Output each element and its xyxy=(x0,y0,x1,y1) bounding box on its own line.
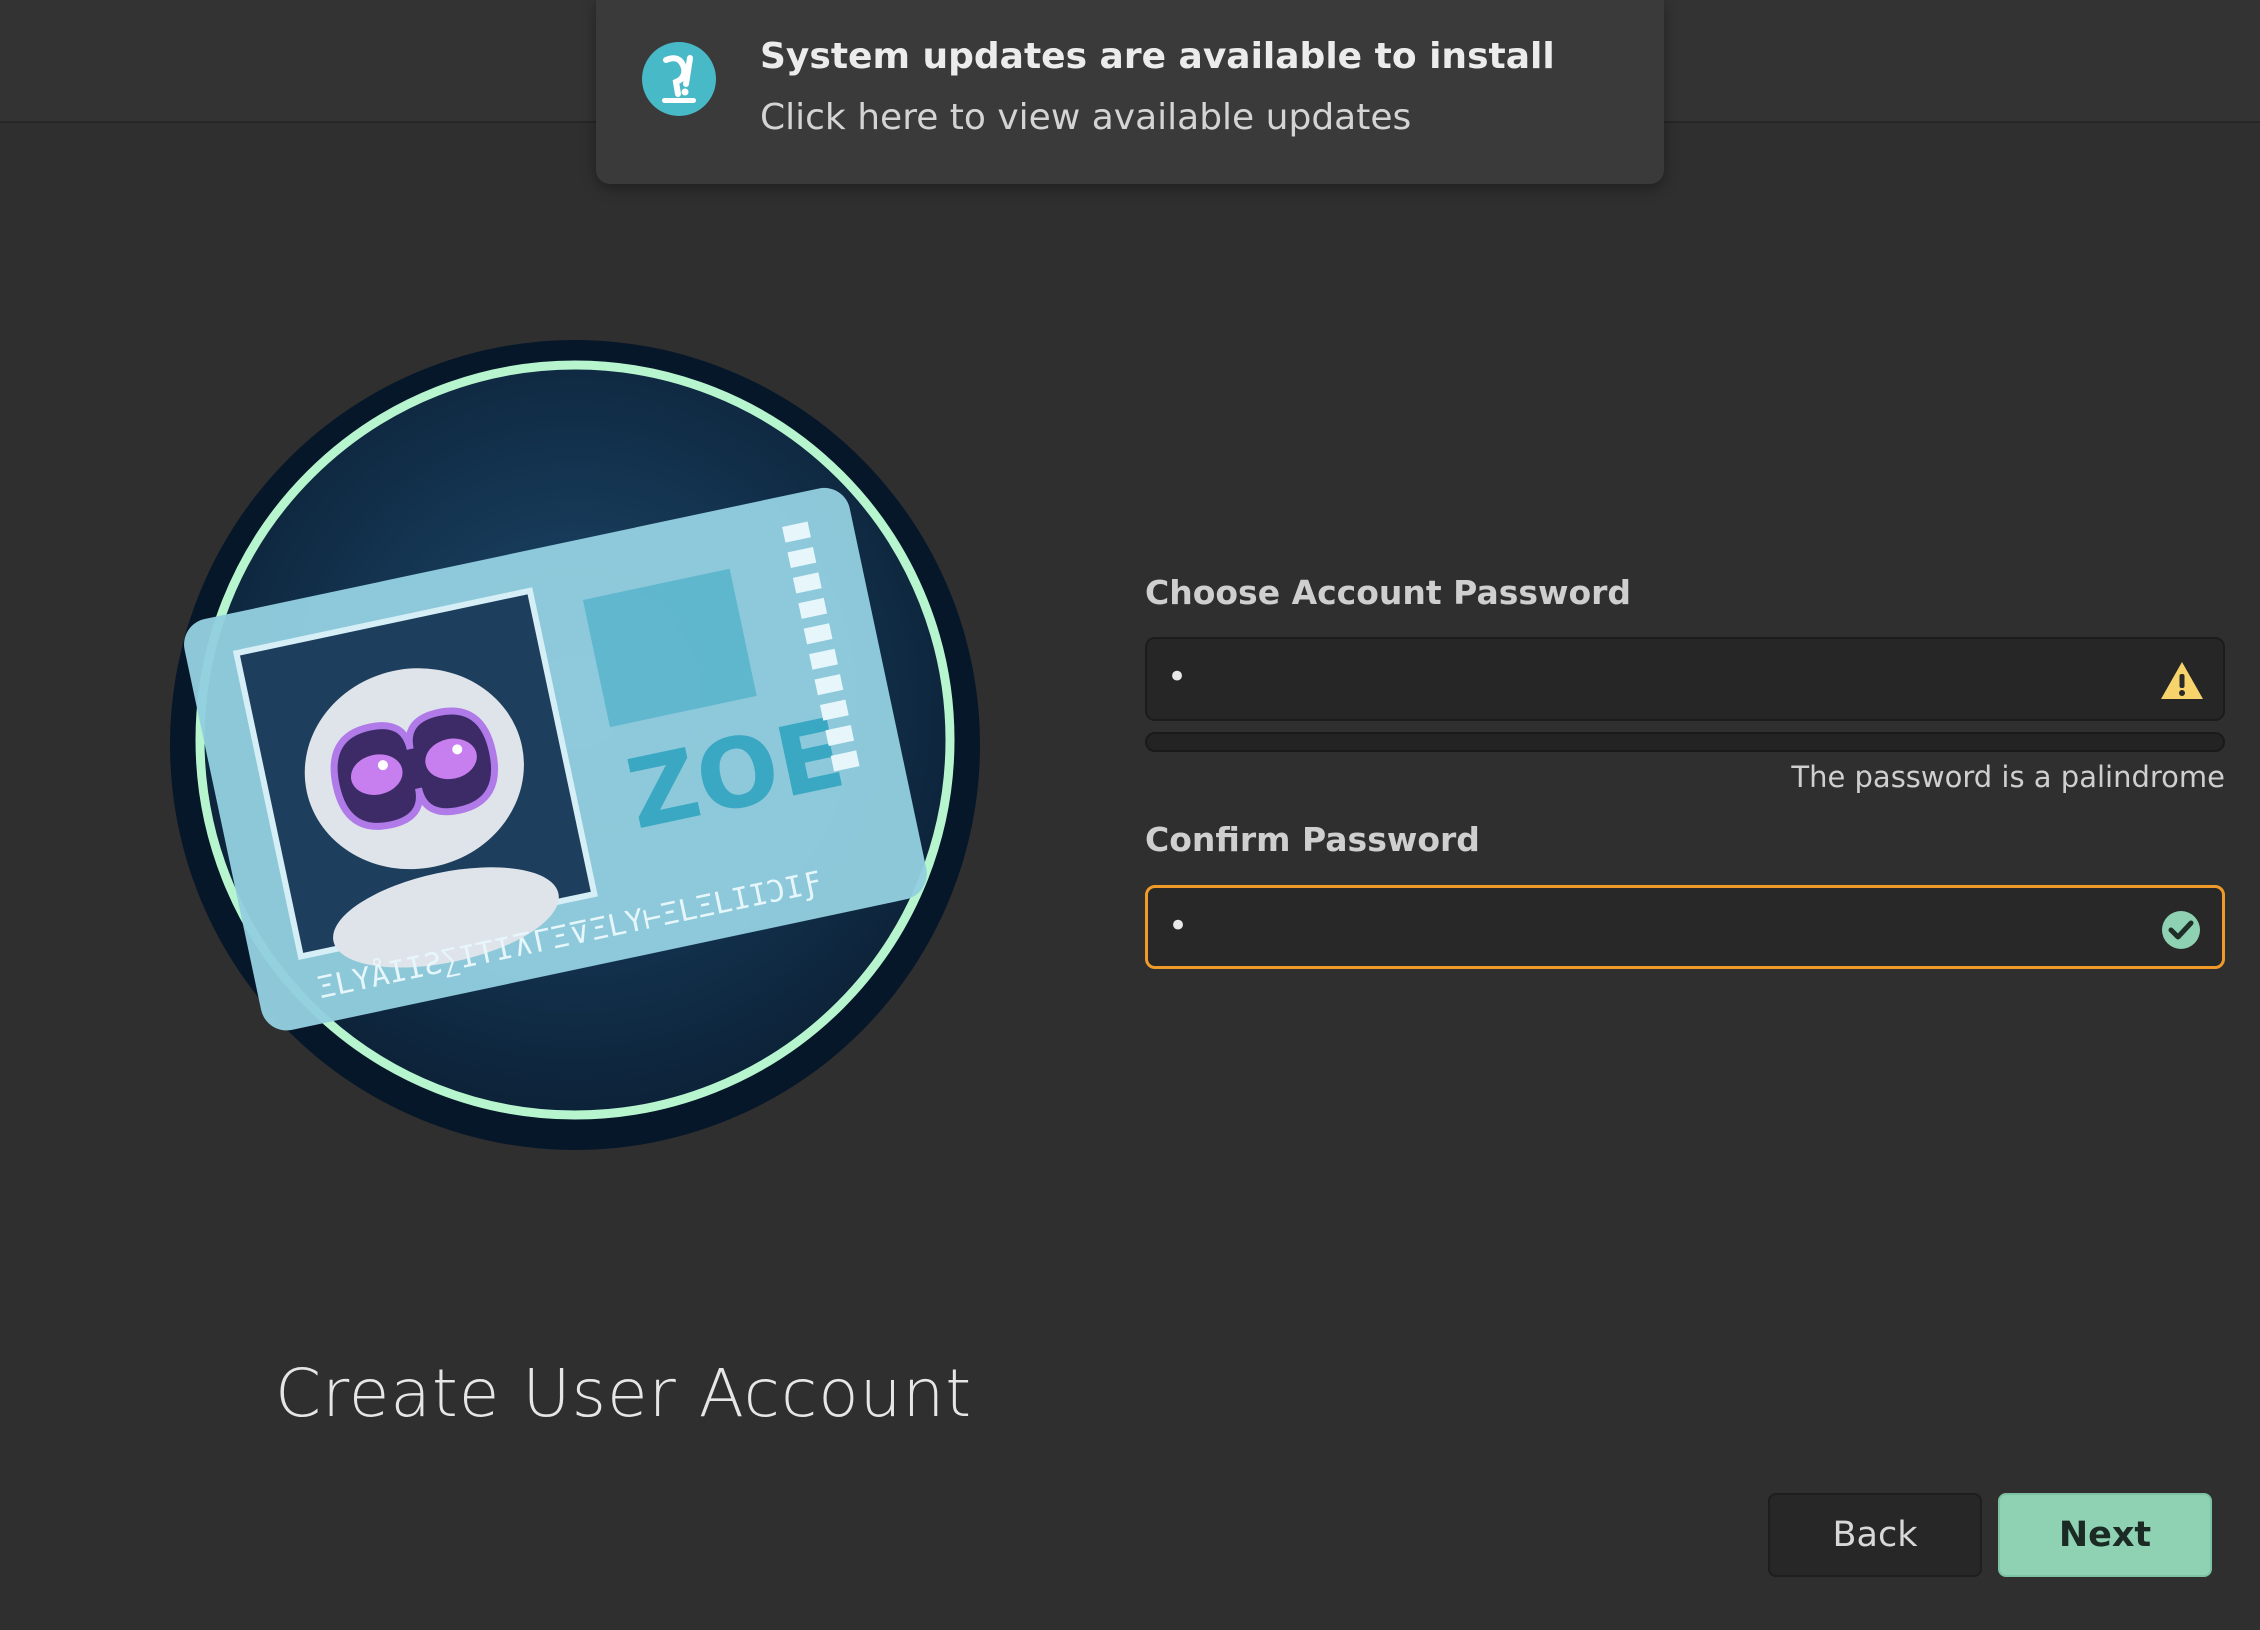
pop-os-logo-icon xyxy=(642,42,716,116)
check-circle-icon xyxy=(2162,911,2200,949)
page-title: Create User Account xyxy=(275,1355,973,1432)
password-strength-bar xyxy=(1145,732,2225,752)
notification-title: System updates are available to install xyxy=(760,36,1555,77)
password-hint: The password is a palindrome xyxy=(1791,760,2225,794)
confirm-password-label: Confirm Password xyxy=(1145,820,1480,859)
next-button[interactable]: Next xyxy=(1998,1493,2212,1577)
notification-body: Click here to view available updates xyxy=(760,97,1412,138)
warning-icon xyxy=(2161,662,2203,699)
password-label: Choose Account Password xyxy=(1145,573,1632,612)
update-notification[interactable]: System updates are available to install … xyxy=(596,0,1664,184)
back-button[interactable]: Back xyxy=(1768,1493,1982,1577)
user-id-card-illustration: ZOE ΞLYÅIIƧ∑ITI⊼ΓΞ⊽ΞLY⊢ΞLΞLIIƆIƑ xyxy=(170,340,980,1150)
confirm-password-value: • xyxy=(1168,906,1193,946)
confirm-password-field[interactable]: • xyxy=(1145,885,2225,969)
password-value: • xyxy=(1167,657,1192,697)
password-field[interactable]: • xyxy=(1145,637,2225,721)
